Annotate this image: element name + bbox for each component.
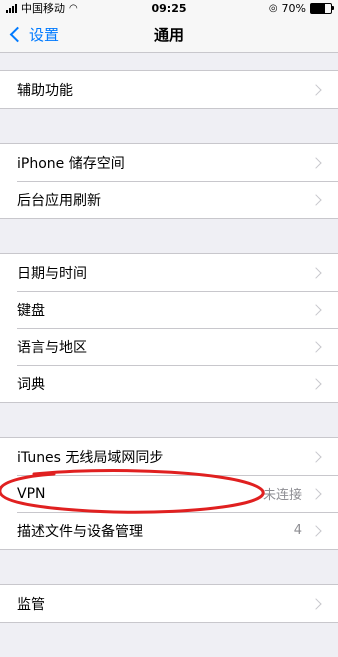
rotation-lock-icon: ◎ — [268, 2, 278, 14]
status-left: 中国移动 ◠ — [6, 0, 78, 16]
row-detail: 未连接 — [262, 488, 302, 503]
row-language-region[interactable]: 语言与地区 — [0, 328, 338, 365]
row-label: VPN — [17, 485, 46, 502]
row-background-app-refresh[interactable]: 后台应用刷新 — [0, 181, 338, 218]
settings-list: 辅助功能 iPhone 储存空间 后台应用刷新 日期与时间 键盘 语言与地区 词典 iTune… — [0, 53, 338, 657]
back-button[interactable]: 设置 — [8, 16, 59, 52]
row-profiles-device-management[interactable]: 描述文件与设备管理 4 — [0, 512, 338, 549]
row-label: 后台应用刷新 — [17, 192, 101, 209]
chevron-right-icon — [310, 266, 322, 279]
chevron-right-icon — [310, 450, 322, 463]
page-title: 通用 — [153, 25, 184, 44]
chevron-right-icon — [310, 303, 322, 316]
chevron-right-icon — [310, 83, 322, 96]
row-label: 语言与地区 — [17, 339, 87, 356]
wifi-icon: ◠ — [69, 2, 78, 14]
chevron-right-icon — [310, 193, 322, 206]
row-accessibility[interactable]: 辅助功能 — [0, 71, 338, 108]
status-bar: 中国移动 ◠ 09:25 ◎ 70% — [0, 0, 338, 16]
row-iphone-storage[interactable]: iPhone 储存空间 — [0, 144, 338, 181]
row-label: 监管 — [17, 596, 45, 613]
navigation-bar: 设置 通用 — [0, 16, 338, 53]
chevron-right-icon — [310, 156, 322, 169]
settings-group: 监管 — [0, 584, 338, 623]
settings-group: iPhone 储存空间 后台应用刷新 — [0, 143, 338, 219]
chevron-right-icon — [310, 524, 322, 537]
chevron-right-icon — [310, 377, 322, 390]
row-dictionary[interactable]: 词典 — [0, 365, 338, 402]
battery-percent: 70% — [281, 1, 306, 15]
row-keyboard[interactable]: 键盘 — [0, 291, 338, 328]
row-label: 辅助功能 — [17, 82, 73, 99]
settings-group: 辅助功能 — [0, 70, 338, 109]
settings-group: 日期与时间键盘语言与地区词典 — [0, 253, 338, 403]
row-label: iPhone 储存空间 — [17, 155, 125, 172]
row-label: 描述文件与设备管理 — [17, 523, 143, 540]
row-label: iTunes 无线局域网同步 — [17, 449, 164, 466]
carrier-name: 中国移动 — [21, 2, 65, 15]
row-detail: 4 — [293, 523, 302, 538]
row-label: 键盘 — [17, 302, 45, 319]
signal-icon — [6, 3, 17, 13]
row-label: 词典 — [17, 376, 45, 393]
chevron-right-icon — [310, 487, 322, 500]
chevron-right-icon — [310, 340, 322, 353]
row-vpn[interactable]: VPN 未连接 — [0, 475, 338, 512]
settings-group: iTunes 无线局域网同步 VPN 未连接描述文件与设备管理 4 — [0, 437, 338, 550]
back-button-label: 设置 — [29, 25, 60, 44]
row-date-time[interactable]: 日期与时间 — [0, 254, 338, 291]
battery-icon — [310, 2, 334, 14]
status-time: 09:25 — [151, 2, 187, 15]
row-label: 日期与时间 — [17, 265, 87, 282]
chevron-left-icon — [9, 26, 26, 42]
row-restrictions[interactable]: 监管 — [0, 585, 338, 622]
status-right: ◎ 70% — [268, 1, 334, 15]
row-itunes-wifi-sync[interactable]: iTunes 无线局域网同步 — [0, 438, 338, 475]
